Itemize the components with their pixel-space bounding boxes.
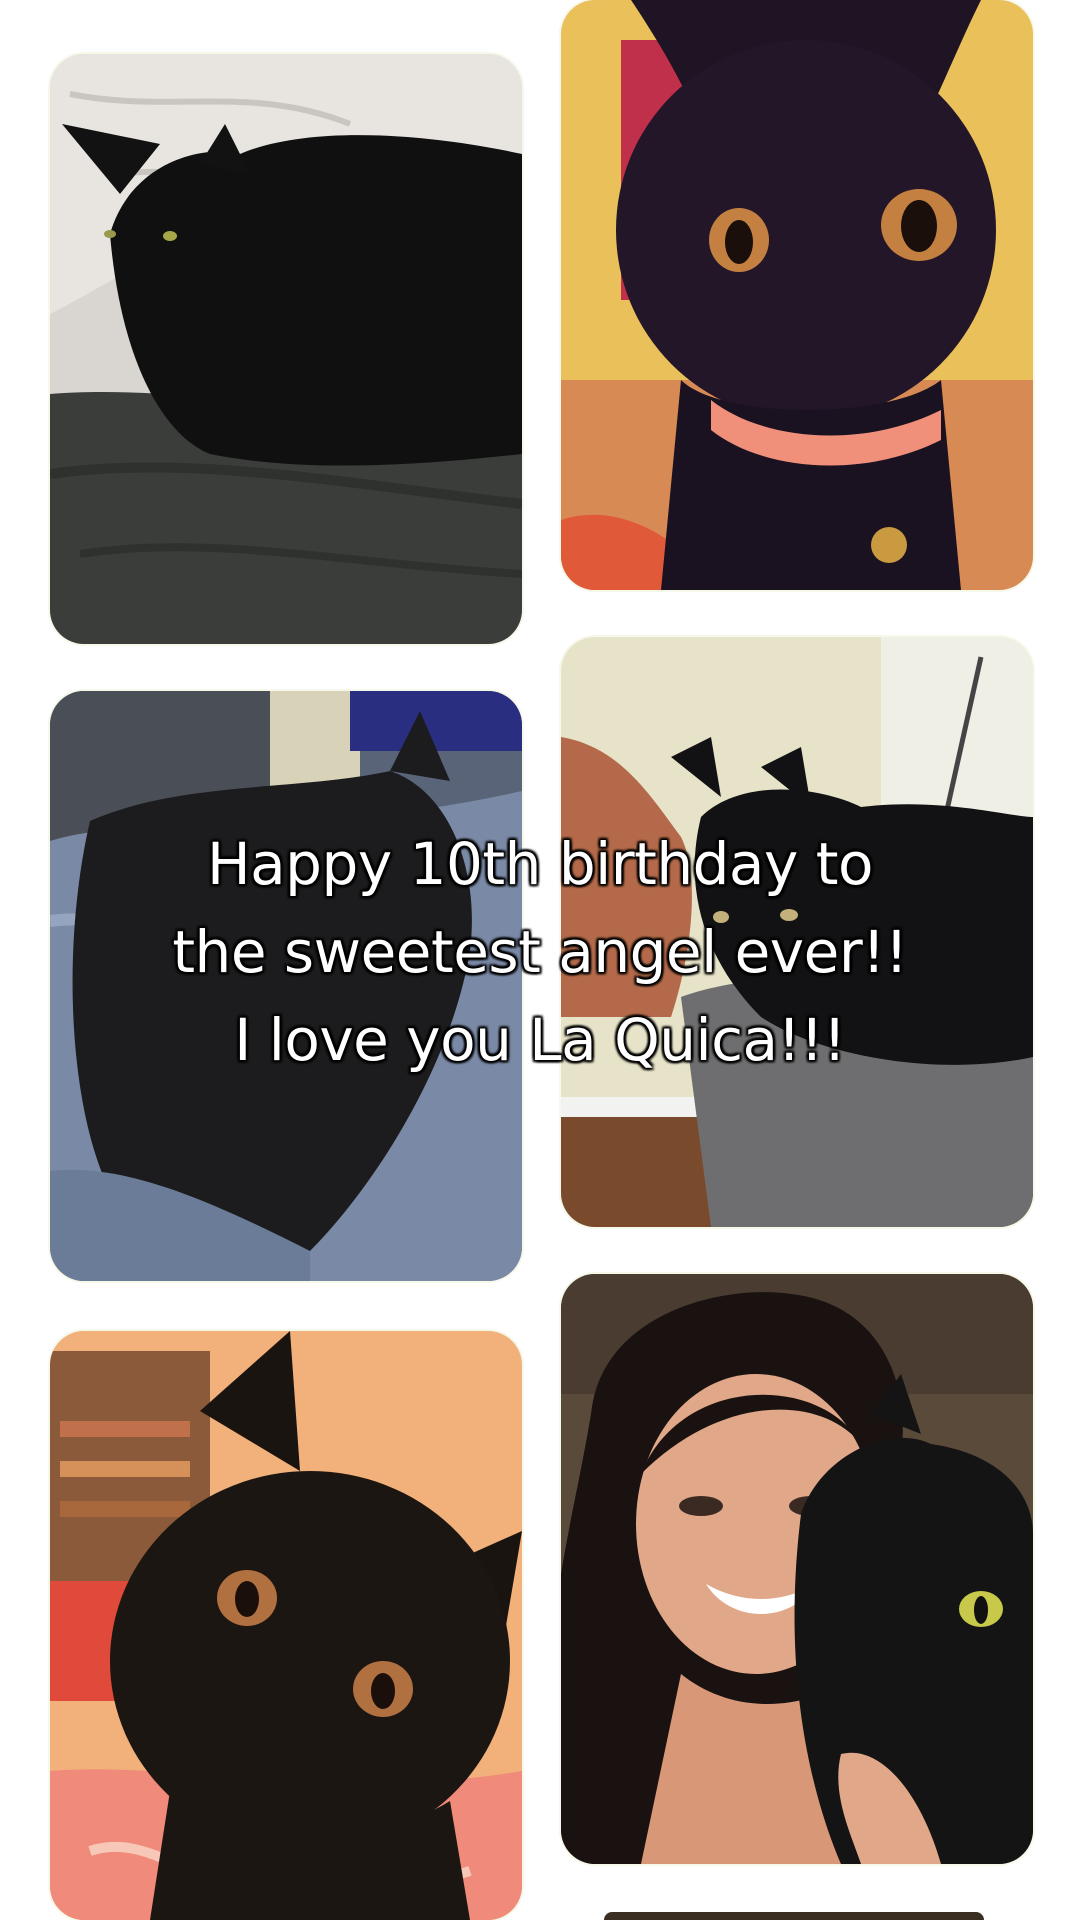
photo-kitten-closeup (50, 1331, 522, 1920)
collage-page: Happy 10th birthday to the sweetest ange… (0, 0, 1080, 1920)
caption-line-1: Happy 10th birthday to (207, 830, 873, 898)
photo-woman-with-cat (561, 1274, 1033, 1864)
caption-line-2: the sweetest angel ever!! (172, 918, 908, 986)
next-photo-edge (604, 1912, 984, 1920)
photo-kitten-pink-collar (561, 0, 1033, 590)
photo-cat-on-pillow (50, 54, 522, 644)
caption-line-3: I love you La Quica!!! (234, 1006, 846, 1074)
birthday-caption: Happy 10th birthday to the sweetest ange… (40, 820, 1040, 1084)
